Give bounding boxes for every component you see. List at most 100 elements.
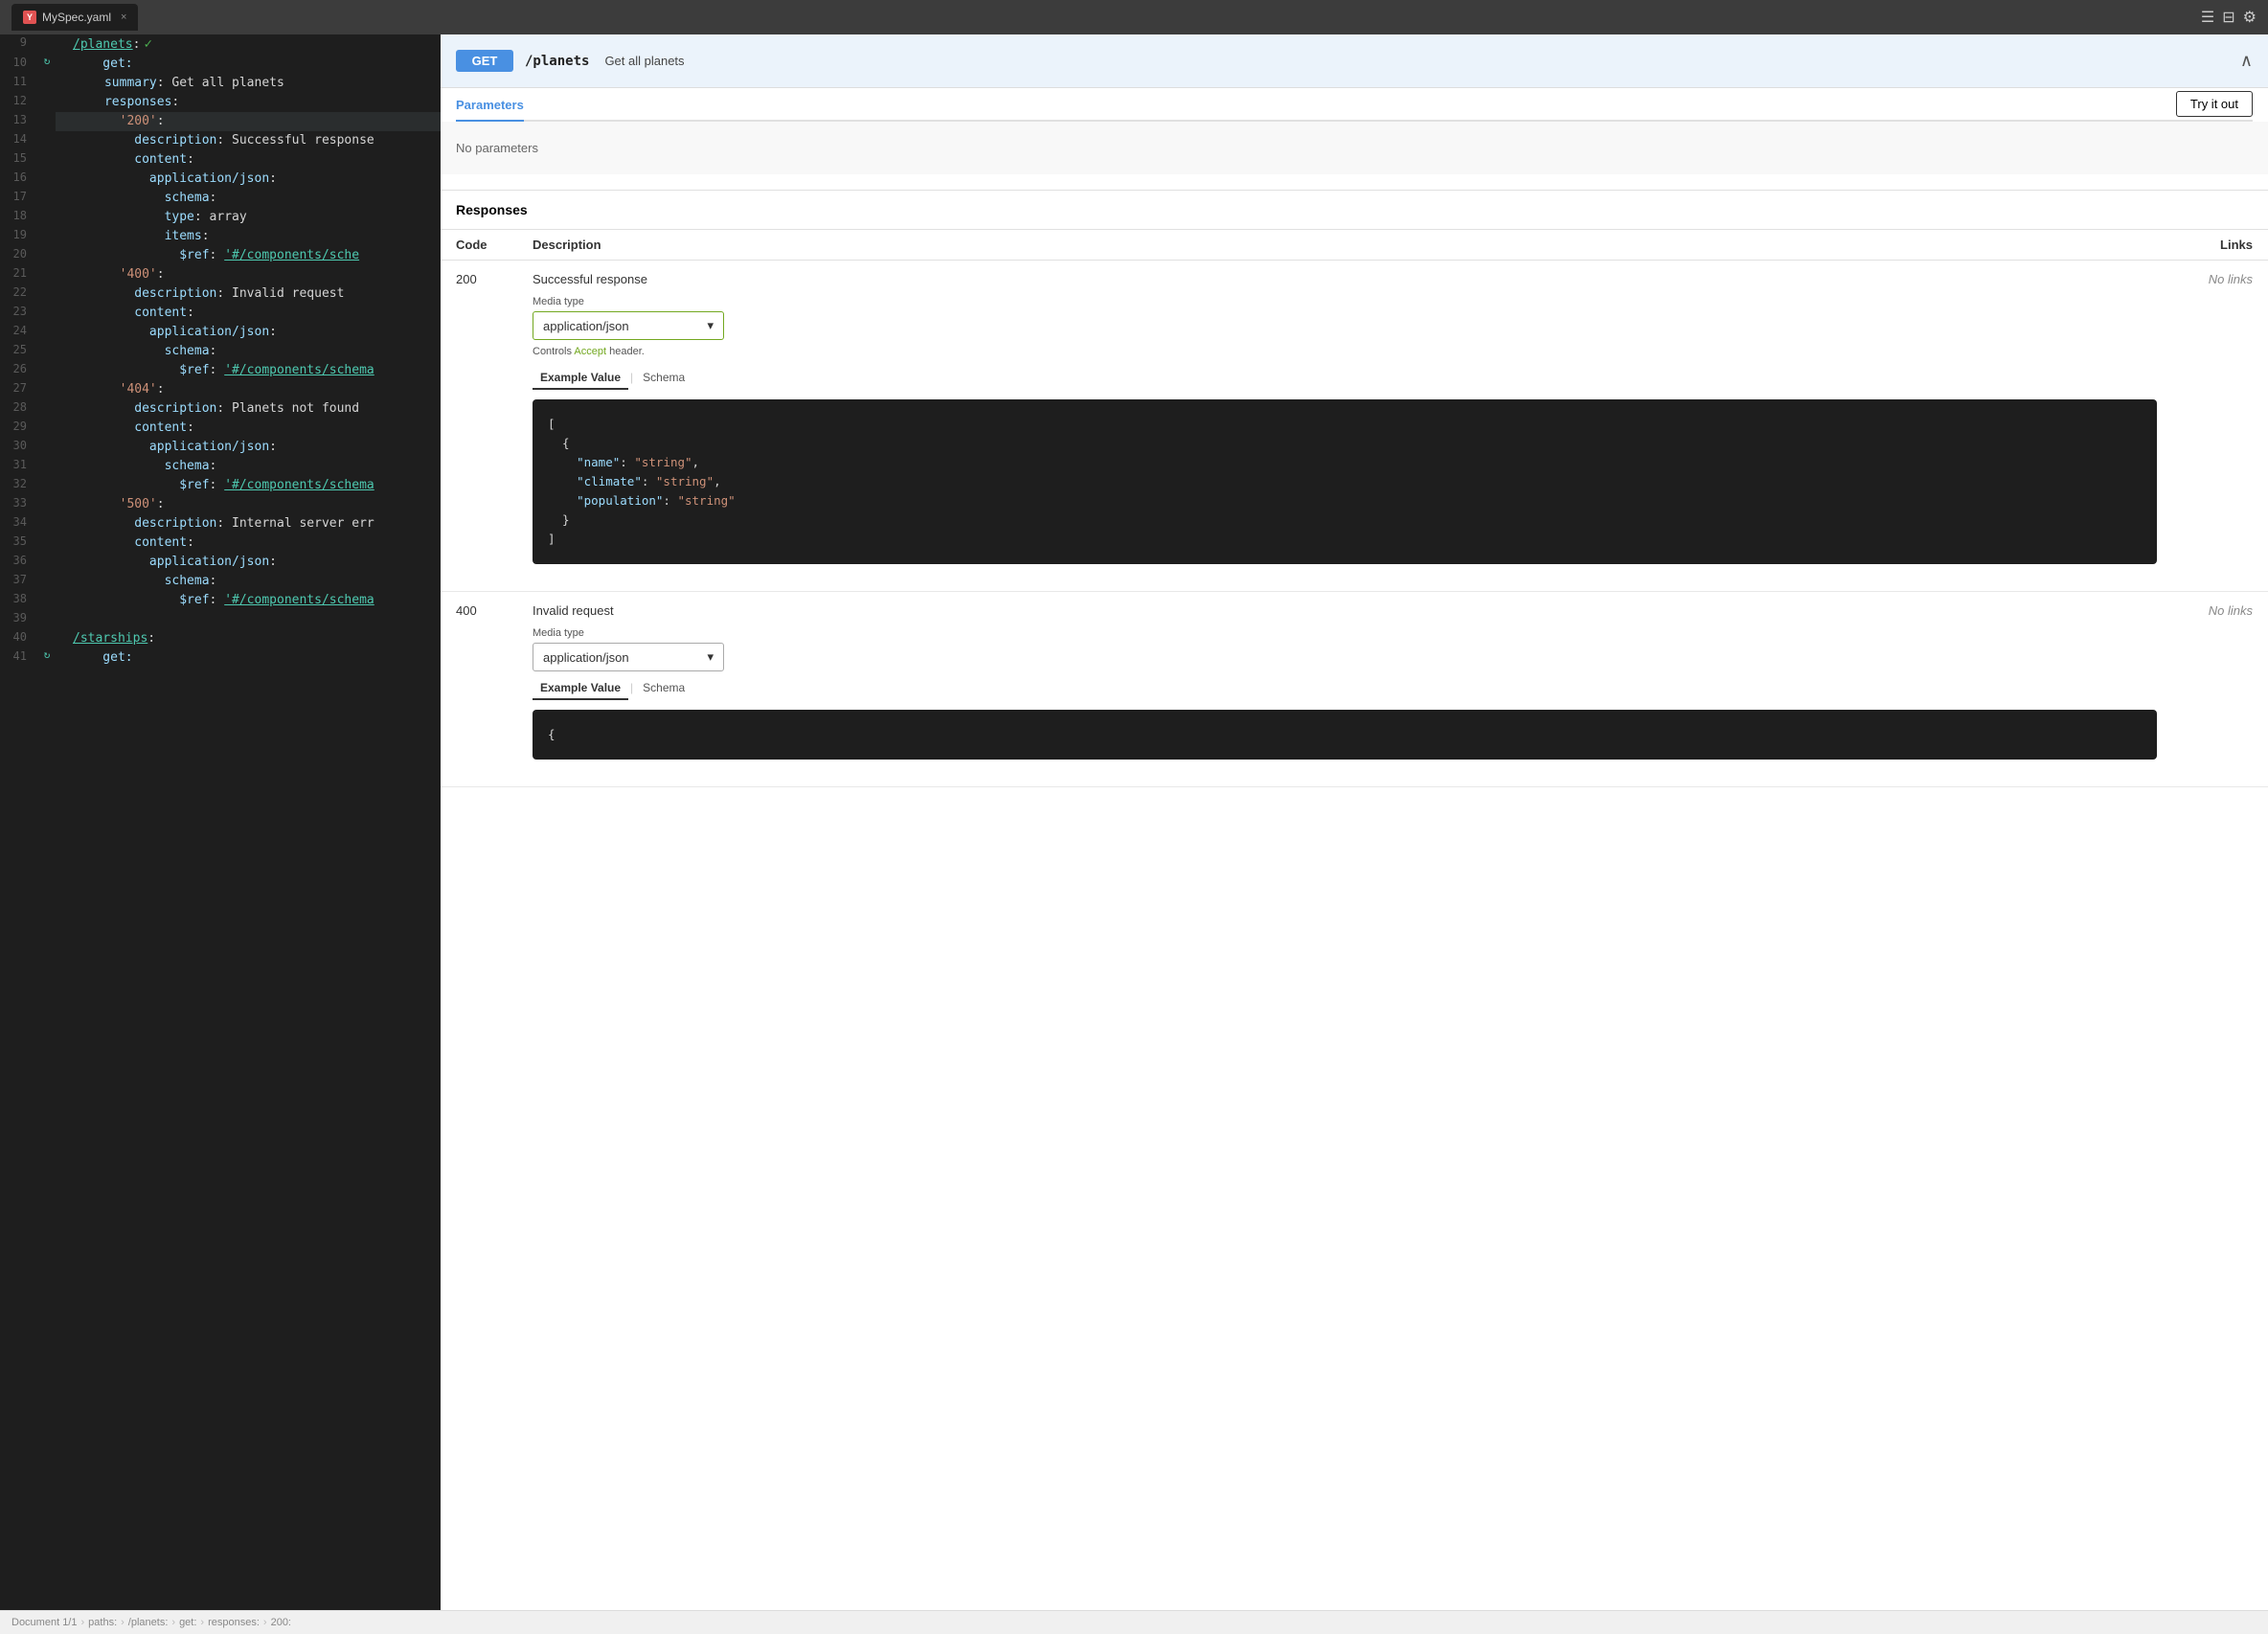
ref-link[interactable]: '#/components/schema (224, 363, 374, 377)
line-number: 21 (0, 265, 38, 280)
split-view-icon[interactable]: ⊟ (2222, 8, 2234, 27)
title-bar: Y MySpec.yaml × ☰ ⊟ ⚙ (0, 0, 2268, 34)
line-content: content: (56, 533, 441, 553)
menu-icon[interactable]: ☰ (2201, 8, 2214, 27)
media-type-value: application/json (543, 650, 629, 665)
editor-line: 26 $ref: '#/components/schema (0, 361, 441, 380)
parameters-tab[interactable]: Parameters (456, 88, 524, 122)
check-icon: ✓ (144, 36, 151, 52)
editor-tab[interactable]: Y MySpec.yaml × (11, 4, 138, 31)
file-type-icon: Y (23, 11, 36, 24)
breadcrumb-item: paths: (88, 1617, 117, 1628)
line-content: /starships: (56, 629, 441, 648)
response-description: Successful response (533, 272, 2157, 286)
example-value-tab[interactable]: Example Value (533, 367, 628, 390)
editor-line: 21 '400': (0, 265, 441, 284)
breadcrumb-item: get: (179, 1617, 196, 1628)
path-link[interactable]: /planets (73, 37, 133, 52)
tab-close-button[interactable]: × (121, 11, 126, 23)
line-number: 33 (0, 495, 38, 510)
line-number: 39 (0, 610, 38, 624)
line-number: 11 (0, 74, 38, 88)
line-content: application/json: (56, 553, 441, 572)
editor-line: 24 application/json: (0, 323, 441, 342)
path-link[interactable]: /starships (73, 631, 147, 646)
line-content: application/json: (56, 170, 441, 189)
line-content: items: (56, 227, 441, 246)
line-content: '200': (56, 112, 441, 131)
line-number: 30 (0, 438, 38, 452)
editor-line: 28 description: Planets not found (0, 399, 441, 419)
line-content: description: Planets not found (56, 399, 441, 419)
no-links-200: No links (2157, 272, 2253, 572)
line-content: $ref: '#/components/schema (56, 591, 441, 610)
response-row-header: 400 Invalid request Media type applicati… (456, 603, 2253, 767)
editor-line: 33 '500': (0, 495, 441, 514)
ref-link[interactable]: '#/components/schema (224, 593, 374, 607)
tab-separator: | (628, 367, 635, 390)
schema-tab[interactable]: Schema (635, 367, 692, 390)
line-content: description: Internal server err (56, 514, 441, 533)
controls-accept-text: Controls Accept header. (533, 346, 2157, 357)
editor-line: 38 $ref: '#/components/schema (0, 591, 441, 610)
line-number: 28 (0, 399, 38, 414)
line-number: 24 (0, 323, 38, 337)
line-content: schema: (56, 457, 441, 476)
editor-line: 31 schema: (0, 457, 441, 476)
line-content: $ref: '#/components/sche (56, 246, 441, 265)
line-content: type: array (56, 208, 441, 227)
breadcrumb-separator: › (200, 1617, 204, 1628)
line-number: 31 (0, 457, 38, 471)
editor-line: 19 items: (0, 227, 441, 246)
media-type-dropdown-200[interactable]: application/json ▾ (533, 311, 724, 340)
editor-line: 32 $ref: '#/components/schema (0, 476, 441, 495)
line-content: schema: (56, 342, 441, 361)
breadcrumb-item: /planets: (128, 1617, 169, 1628)
ref-link[interactable]: '#/components/sche (224, 248, 359, 262)
method-badge: GET (456, 50, 513, 72)
endpoint-header: GET /planets Get all planets ∧ (441, 34, 2268, 88)
example-value-tab-400[interactable]: Example Value (533, 677, 628, 700)
breadcrumb-item: responses: (208, 1617, 260, 1628)
col-code-header: Code (456, 238, 533, 252)
editor-line: 40 /starships: (0, 629, 441, 648)
editor-line: 41 ↻ get: (0, 648, 441, 668)
media-type-dropdown-400[interactable]: application/json ▾ (533, 643, 724, 671)
line-number: 36 (0, 553, 38, 567)
line-number: 34 (0, 514, 38, 529)
schema-tab-400[interactable]: Schema (635, 677, 692, 700)
example-code-block-200: [ { "name": "string", "climate": "string… (533, 399, 2157, 564)
line-content: content: (56, 304, 441, 323)
line-content: $ref: '#/components/schema (56, 361, 441, 380)
line-number: 26 (0, 361, 38, 375)
line-number: 10 (0, 55, 38, 69)
line-content: application/json: (56, 323, 441, 342)
example-code-block-400: { (533, 710, 2157, 760)
breadcrumb-item: 200: (271, 1617, 291, 1628)
editor-line: 13 '200': (0, 112, 441, 131)
breadcrumb-separator: › (121, 1617, 125, 1628)
breadcrumb-separator: › (263, 1617, 267, 1628)
line-number: 16 (0, 170, 38, 184)
line-number: 40 (0, 629, 38, 644)
editor-line: 15 content: (0, 150, 441, 170)
line-number: 20 (0, 246, 38, 261)
settings-icon[interactable]: ⚙ (2243, 8, 2257, 27)
breadcrumb-separator: › (80, 1617, 84, 1628)
line-content: content: (56, 150, 441, 170)
response-code-400: 400 (456, 603, 533, 767)
line-content: get: (56, 648, 441, 668)
line-number: 17 (0, 189, 38, 203)
editor-line: 9 /planets:✓ (0, 34, 441, 55)
line-number: 35 (0, 533, 38, 548)
line-content: '404': (56, 380, 441, 399)
collapse-button[interactable]: ∧ (2240, 51, 2253, 71)
line-content: schema: (56, 572, 441, 591)
try-it-out-button[interactable]: Try it out (2176, 91, 2253, 117)
line-number: 15 (0, 150, 38, 165)
line-content: /planets:✓ (56, 34, 441, 55)
line-content: '400': (56, 265, 441, 284)
editor-line: 20 $ref: '#/components/sche (0, 246, 441, 265)
media-type-label: Media type (533, 296, 2157, 307)
ref-link[interactable]: '#/components/schema (224, 478, 374, 492)
